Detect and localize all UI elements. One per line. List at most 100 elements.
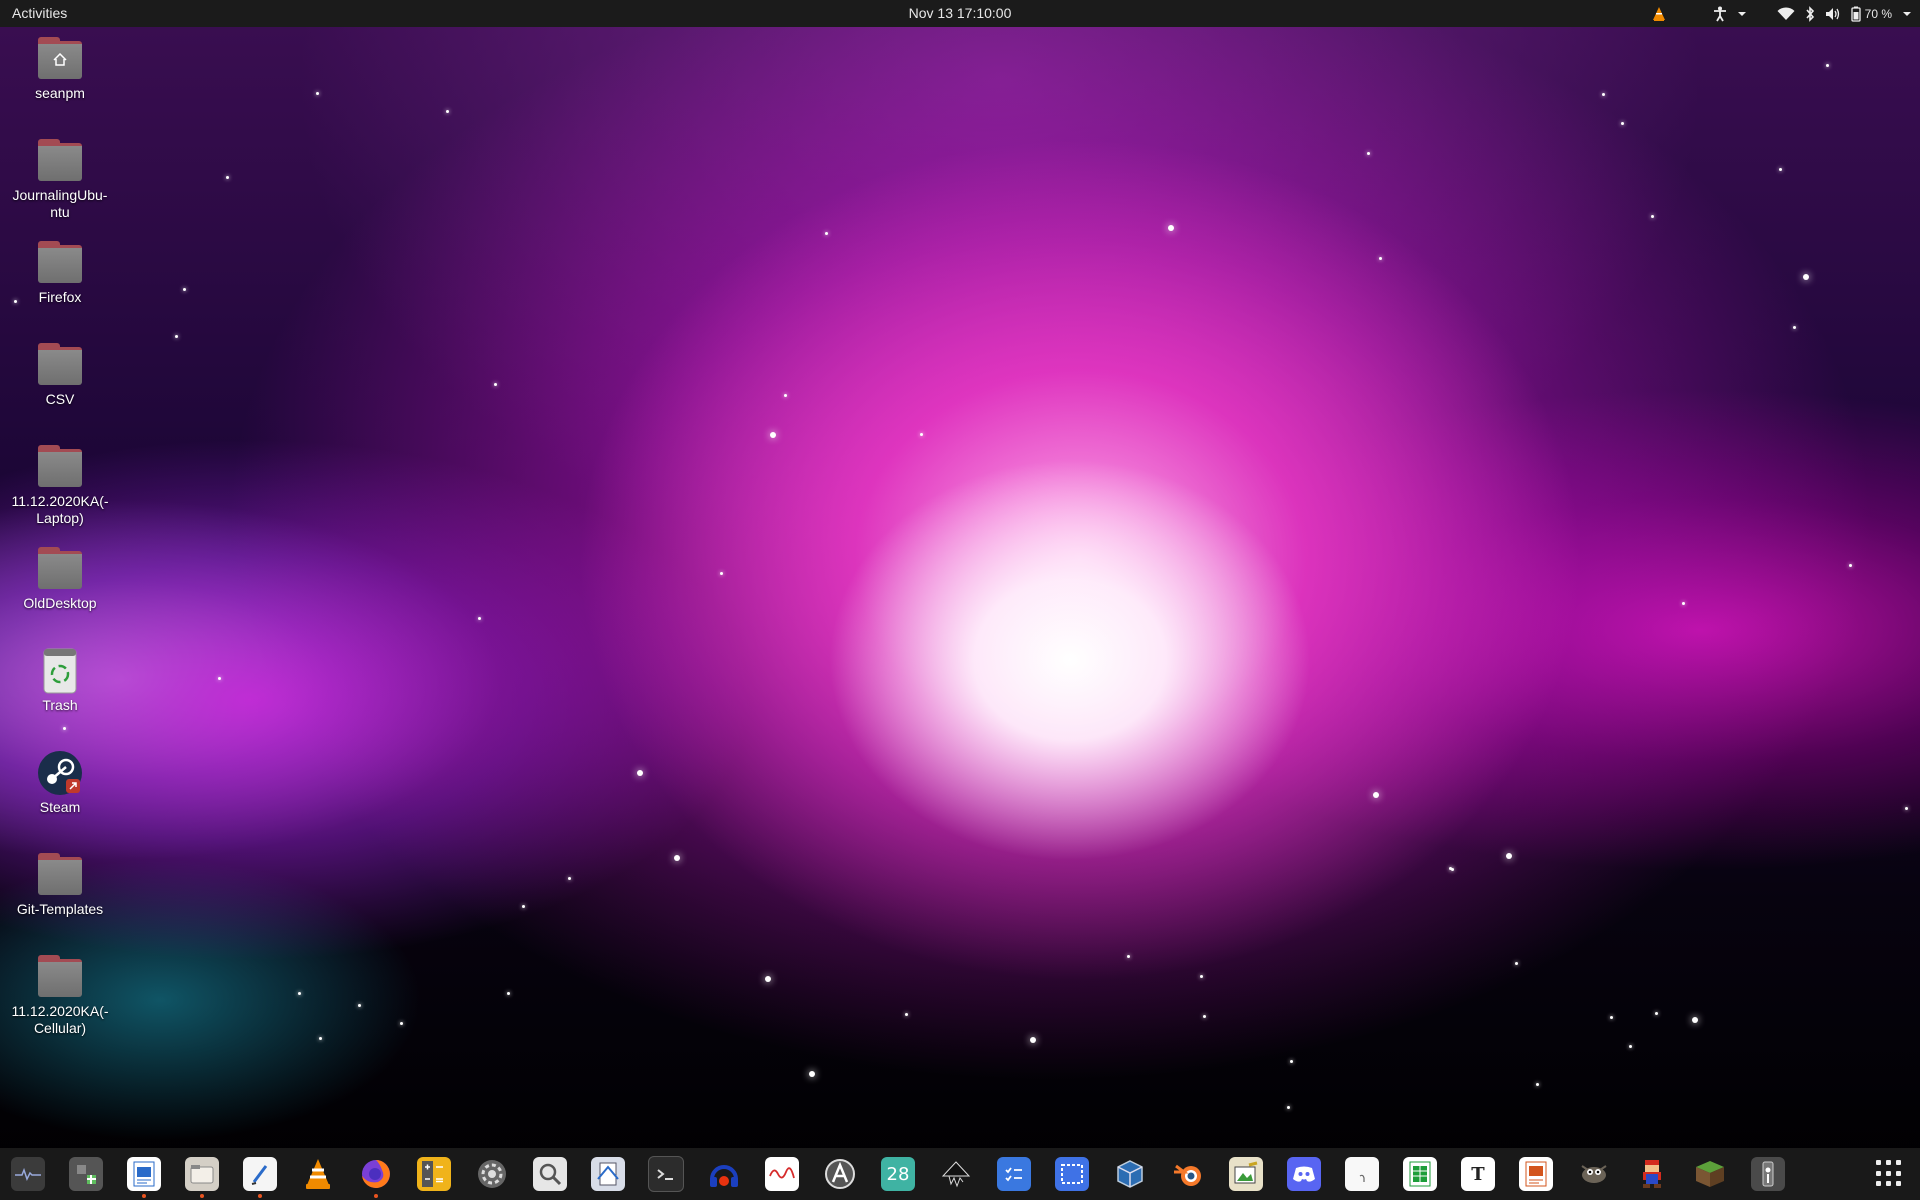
desktop-icon-label: JournalingUbu- ntu [12,187,108,220]
dock-item-software-updater[interactable] [821,1155,859,1193]
dock-item-image-editor[interactable] [1227,1155,1265,1193]
dock-item-text-editor[interactable] [241,1155,279,1198]
desktop-icon-label: seanpm [35,85,85,101]
vlc-tray-icon[interactable] [1651,0,1667,27]
dock-item-todo[interactable] [995,1155,1033,1193]
desktop-icon-git-templates[interactable]: Git-Templates [5,851,115,918]
running-indicator [142,1194,146,1198]
waveform-app-icon [765,1157,799,1191]
character-map-icon [1345,1157,1379,1191]
date-time-clock[interactable]: Nov 13 17:10:00 [909,5,1012,21]
battery-indicator[interactable]: 70 % [1850,0,1892,27]
dock-item-libreoffice-impress[interactable] [1517,1155,1555,1193]
libreoffice-calc-icon [1403,1157,1437,1191]
dock-item-calculator[interactable] [415,1155,453,1193]
dock-item-firefox[interactable] [357,1155,395,1198]
dock-item-minecraft[interactable] [1691,1155,1729,1193]
dock-item-usb-drive[interactable] [1749,1155,1787,1193]
desktop-icon-laptop-folder[interactable]: 11.12.2020KA(- Laptop) [5,443,115,527]
dock-item-image-viewer[interactable] [531,1155,569,1193]
accessibility-icon[interactable] [1713,0,1727,27]
extension-manager-icon [69,1157,103,1191]
desktop-icon-label: 11.12.2020KA(- Laptop) [11,493,109,526]
activities-button[interactable]: Activities [12,5,67,21]
dock-item-screenshot[interactable] [1053,1155,1091,1193]
desktop-icon-label: Trash [42,697,78,713]
dock-item-waveform-app[interactable] [763,1155,801,1193]
todo-icon [997,1157,1031,1191]
discord-icon [1287,1157,1321,1191]
inkscape-icon [939,1157,973,1191]
text-editor-icon [243,1157,277,1191]
desktop-icon-csv[interactable]: CSV [5,341,115,408]
software-updater-icon [823,1157,857,1191]
wifi-icon[interactable] [1777,0,1795,27]
terminal-icon [648,1156,684,1192]
dock-item-virtualbox[interactable] [1111,1155,1149,1193]
folder-icon [36,545,84,593]
typora-icon: T [1461,1157,1495,1191]
libreoffice-writer-icon [127,1157,161,1191]
document-scanner-icon [591,1157,625,1191]
bluetooth-icon[interactable] [1805,0,1815,27]
headphones-app-icon [707,1157,741,1191]
desktop-icon-label: Firefox [38,289,82,305]
folder-icon [36,953,84,1001]
folder-icon [36,341,84,389]
dock-item-terminal[interactable] [647,1155,685,1193]
system-monitor-icon [11,1157,45,1191]
calendar-icon: 28 [881,1157,915,1191]
dock-item-character-map[interactable] [1343,1155,1381,1193]
dock-item-calendar[interactable]: 28 [879,1155,917,1193]
dock-item-libreoffice-calc[interactable] [1401,1155,1439,1193]
settings-icon [475,1157,509,1191]
desktop-icon-seanpm[interactable]: seanpm [5,35,115,102]
image-editor-icon [1229,1157,1263,1191]
dock-item-inkscape[interactable] [937,1155,975,1193]
home-folder-icon [36,35,84,83]
mario-game-icon [1635,1157,1669,1191]
dock-item-headphones-app[interactable] [705,1155,743,1193]
usb-drive-icon [1751,1157,1785,1191]
desktop-icon-firefox[interactable]: Firefox [5,239,115,306]
blender-icon [1171,1157,1205,1191]
gimp-icon [1577,1157,1611,1191]
desktop-icon-label: Steam [39,799,81,815]
dock-item-document-scanner[interactable] [589,1155,627,1193]
dock-item-vlc[interactable] [299,1155,337,1193]
system-tray: 70 % [1651,0,1912,27]
desktop-icon-steam[interactable]: Steam [5,749,115,816]
dock-item-gimp[interactable] [1575,1155,1613,1193]
chevron-down-icon[interactable] [1902,0,1912,27]
dock-item-mario-game[interactable] [1633,1155,1671,1193]
folder-icon [36,137,84,185]
libreoffice-impress-icon [1519,1157,1553,1191]
desktop-icon-label: 11.12.2020KA(- Cellular) [11,1003,109,1036]
vlc-icon [301,1157,335,1191]
desktop-wallpaper [0,0,1920,1200]
dock-item-system-monitor[interactable] [9,1155,47,1193]
calendar-day: 28 [886,1163,910,1185]
chevron-down-icon[interactable] [1737,0,1747,27]
firefox-icon [359,1157,393,1191]
folder-icon [36,851,84,899]
dock: 28 T [0,1148,1920,1200]
desktop-icon-journalingubuntu[interactable]: JournalingUbu- ntu [5,137,115,221]
dock-item-typora[interactable]: T [1459,1155,1497,1193]
running-indicator [374,1194,378,1198]
dock-item-libreoffice-writer[interactable] [125,1155,163,1198]
dock-item-files[interactable] [183,1155,221,1198]
show-applications-icon[interactable] [1876,1160,1904,1188]
dock-item-discord[interactable] [1285,1155,1323,1193]
volume-icon[interactable] [1825,0,1841,27]
dock-item-settings[interactable] [473,1155,511,1193]
files-icon [185,1157,219,1191]
battery-percent: 70 % [1864,6,1892,21]
desktop-icon-cellular-folder[interactable]: 11.12.2020KA(- Cellular) [5,953,115,1037]
folder-icon [36,239,84,287]
desktop-icon-olddesktop[interactable]: OldDesktop [5,545,115,612]
desktop-icon-trash[interactable]: Trash [5,647,115,714]
screenshot-icon [1055,1157,1089,1191]
dock-item-extension-manager[interactable] [67,1155,105,1193]
dock-item-blender[interactable] [1169,1155,1207,1193]
